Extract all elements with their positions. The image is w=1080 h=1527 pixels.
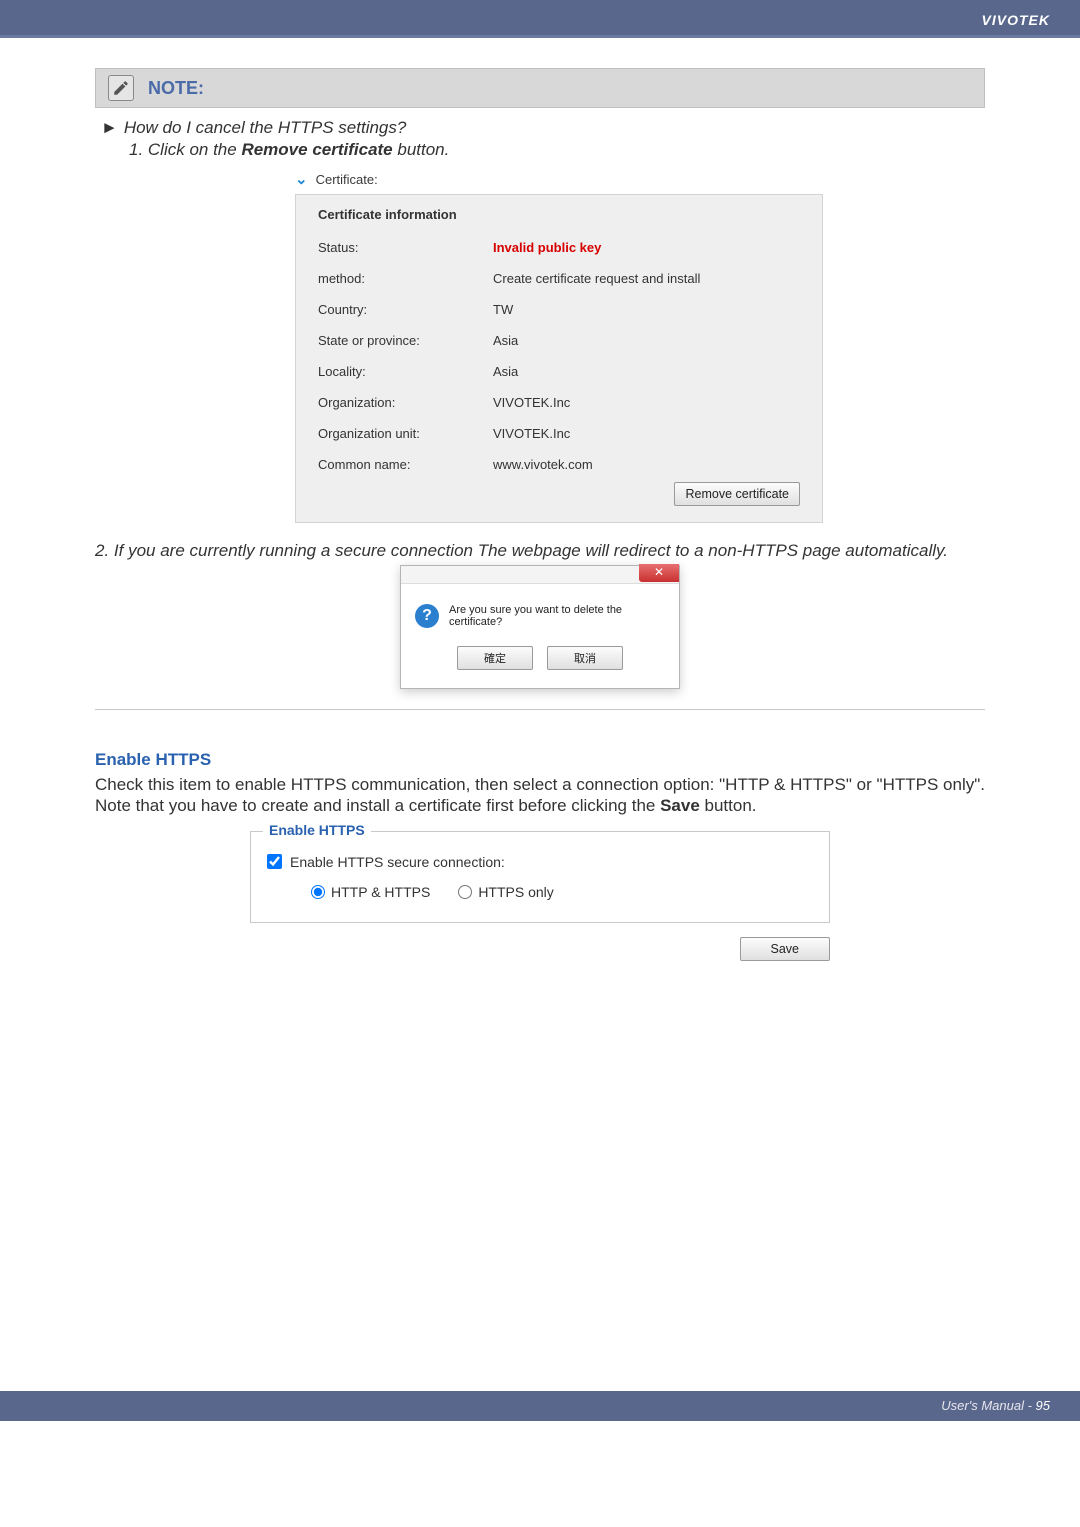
radio-http-and-https-label: HTTP & HTTPS: [331, 884, 430, 900]
enable-https-text-suffix: button.: [700, 796, 757, 815]
close-icon[interactable]: ✕: [639, 564, 679, 582]
certificate-row-key: method:: [318, 271, 493, 286]
note-callout: NOTE:: [95, 68, 985, 108]
connection-option-row: HTTP & HTTPS HTTPS only: [311, 884, 813, 900]
brand-text: VIVOTEK: [982, 12, 1050, 28]
radio-http-and-https-input[interactable]: [311, 885, 325, 899]
certificate-row-key: Common name:: [318, 457, 493, 472]
dialog-cancel-button[interactable]: 取消: [547, 646, 623, 670]
certificate-expand-header[interactable]: ⌄ Certificate:: [295, 168, 823, 194]
note-question-text: How do I cancel the HTTPS settings?: [124, 118, 407, 137]
certificate-body: Certificate information Status:Invalid p…: [295, 194, 823, 523]
note-title: NOTE:: [148, 78, 204, 99]
enable-https-heading: Enable HTTPS: [95, 750, 985, 770]
question-icon: ?: [415, 604, 439, 628]
confirm-dialog: ✕ ? Are you sure you want to delete the …: [400, 565, 680, 689]
dialog-message: Are you sure you want to delete the cert…: [449, 604, 665, 628]
pencil-icon: [108, 75, 134, 101]
dialog-ok-button[interactable]: 確定: [457, 646, 533, 670]
certificate-row-value: VIVOTEK.Inc: [493, 426, 570, 441]
chevron-down-icon: ⌄: [295, 170, 308, 188]
certificate-row-key: Status:: [318, 240, 493, 255]
radio-https-only[interactable]: HTTPS only: [458, 884, 553, 900]
dialog-body: ? Are you sure you want to delete the ce…: [401, 584, 679, 646]
enable-https-text-prefix: Check this item to enable HTTPS communic…: [95, 775, 985, 815]
footer-page-number: 95: [1036, 1398, 1050, 1413]
certificate-row-key: State or province:: [318, 333, 493, 348]
page-content: NOTE: ► How do I cancel the HTTPS setting…: [0, 38, 1080, 961]
enable-https-text: Check this item to enable HTTPS communic…: [95, 774, 985, 817]
radio-http-and-https[interactable]: HTTP & HTTPS: [311, 884, 430, 900]
certificate-info-title: Certificate information: [318, 207, 800, 222]
enable-https-legend: Enable HTTPS: [263, 822, 371, 838]
page-footer: User's Manual - 95: [0, 1391, 1080, 1421]
divider: [95, 709, 985, 710]
remove-certificate-button[interactable]: Remove certificate: [674, 482, 800, 506]
certificate-row-value: Asia: [493, 364, 518, 379]
radio-https-only-label: HTTPS only: [478, 884, 553, 900]
note-question: ► How do I cancel the HTTPS settings?: [101, 118, 985, 138]
certificate-row: Organization unit:VIVOTEK.Inc: [318, 426, 800, 441]
note-step1-suffix: button.: [393, 140, 450, 159]
footer-manual-label: User's Manual -: [941, 1398, 1035, 1413]
certificate-panel: ⌄ Certificate: Certificate information S…: [295, 168, 823, 523]
certificate-row: method:Create certificate request and in…: [318, 271, 800, 286]
dialog-titlebar: ✕: [401, 566, 679, 584]
certificate-row-value: TW: [493, 302, 513, 317]
note-step2: 2. If you are currently running a secure…: [95, 541, 985, 561]
note-step1-bold: Remove certificate: [241, 140, 392, 159]
dialog-buttons: 確定 取消: [401, 646, 679, 688]
certificate-row-key: Organization:: [318, 395, 493, 410]
radio-https-only-input[interactable]: [458, 885, 472, 899]
certificate-row-value: www.vivotek.com: [493, 457, 593, 472]
note-step1-prefix: 1. Click on the: [129, 140, 241, 159]
enable-https-checkbox-row: Enable HTTPS secure connection:: [267, 854, 813, 870]
certificate-row-key: Locality:: [318, 364, 493, 379]
note-step1: 1. Click on the Remove certificate butto…: [129, 140, 985, 160]
certificate-row: Status:Invalid public key: [318, 240, 800, 255]
certificate-row: Organization:VIVOTEK.Inc: [318, 395, 800, 410]
certificate-row-key: Organization unit:: [318, 426, 493, 441]
enable-https-checkbox[interactable]: [267, 854, 282, 869]
save-row: Save: [250, 937, 830, 961]
certificate-row-value: VIVOTEK.Inc: [493, 395, 570, 410]
enable-https-text-bold: Save: [660, 796, 700, 815]
certificate-row: Locality:Asia: [318, 364, 800, 379]
enable-https-fieldset: Enable HTTPS Enable HTTPS secure connect…: [250, 831, 830, 923]
certificate-row: Common name:www.vivotek.com: [318, 457, 800, 472]
enable-https-panel-wrap: Enable HTTPS Enable HTTPS secure connect…: [250, 831, 830, 961]
certificate-row-value: Create certificate request and install: [493, 271, 700, 286]
enable-https-checkbox-label: Enable HTTPS secure connection:: [290, 854, 505, 870]
certificate-row-key: Country:: [318, 302, 493, 317]
save-button[interactable]: Save: [740, 937, 831, 961]
page-header-bar: VIVOTEK: [0, 0, 1080, 38]
certificate-row: State or province:Asia: [318, 333, 800, 348]
certificate-row: Country:TW: [318, 302, 800, 317]
certificate-row-value: Invalid public key: [493, 240, 601, 255]
triangle-right-icon: ►: [101, 118, 118, 137]
certificate-row-value: Asia: [493, 333, 518, 348]
certificate-expand-label: Certificate:: [316, 172, 378, 187]
